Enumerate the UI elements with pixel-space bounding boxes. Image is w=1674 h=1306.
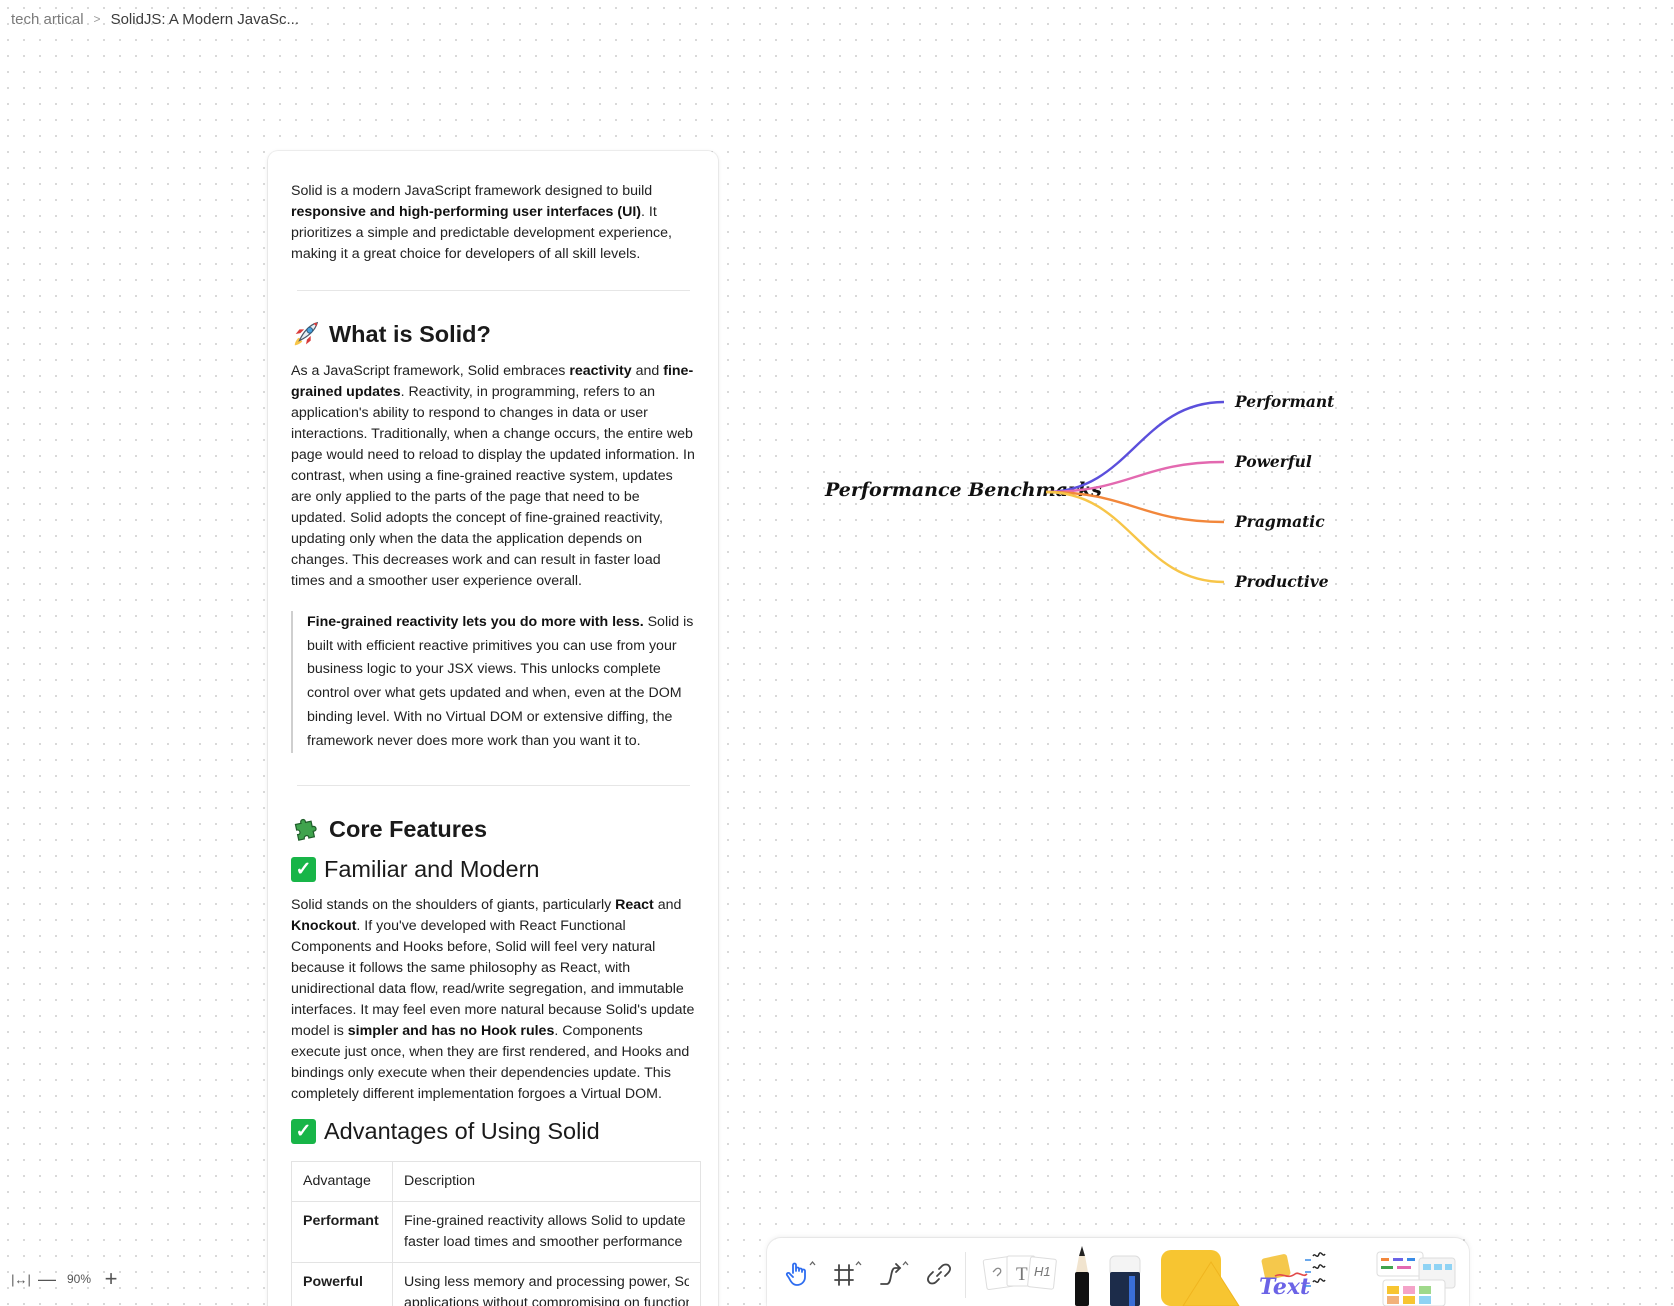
breadcrumb: tech artical > SolidJS: A Modern JavaSc.… bbox=[11, 8, 299, 30]
mindmap-branch-line bbox=[1045, 490, 1225, 584]
zoom-level[interactable]: 90% bbox=[60, 1272, 98, 1286]
shape-tool-button[interactable] bbox=[1153, 1244, 1245, 1306]
frame-icon bbox=[834, 1260, 862, 1286]
link-tool-button[interactable] bbox=[919, 1256, 959, 1292]
connector-icon bbox=[880, 1260, 909, 1285]
fit-to-screen-button[interactable]: |↔| bbox=[8, 1266, 34, 1292]
zoom-controls: |↔| — 90% + bbox=[8, 1266, 124, 1292]
divider bbox=[297, 290, 690, 291]
heading-core-features: Core Features bbox=[291, 812, 696, 846]
mindmap-node-pragmatic[interactable]: Pragmatic bbox=[1234, 512, 1325, 531]
scribble-text-icon: Text bbox=[1259, 1252, 1326, 1300]
heading-familiar-and-modern: ✓ Familiar and Modern bbox=[291, 852, 696, 886]
link-icon bbox=[927, 1263, 951, 1285]
breadcrumb-parent-link[interactable]: tech artical bbox=[11, 11, 84, 28]
table-cell-description: Fine-grained reactivity allows Solid to … bbox=[392, 1201, 701, 1264]
table-header-advantage: Advantage bbox=[291, 1161, 393, 1203]
rocket-icon bbox=[294, 321, 319, 346]
table-cell-advantage: Performant bbox=[291, 1201, 393, 1264]
mind-map: Performance Benchmarks Performant Powerf… bbox=[824, 392, 1335, 591]
what-is-paragraph: As a JavaScript framework, Solid embrace… bbox=[291, 363, 695, 589]
shapes-icon bbox=[1161, 1250, 1240, 1306]
heading-text: Core Features bbox=[329, 815, 488, 842]
zoom-out-button[interactable]: — bbox=[34, 1266, 60, 1292]
heading-text: Advantages of Using Solid bbox=[324, 1117, 600, 1144]
breadcrumb-current-page[interactable]: SolidJS: A Modern JavaSc... bbox=[111, 11, 299, 28]
mindmap-branch-line bbox=[1045, 400, 1225, 494]
table-cell-description: Using less memory and processing power, … bbox=[392, 1262, 701, 1306]
pencil-icon bbox=[1075, 1246, 1089, 1306]
table-header-description: Description bbox=[392, 1161, 701, 1203]
zoom-in-button[interactable]: + bbox=[98, 1266, 124, 1292]
document-card[interactable]: Solid is a modern JavaScript framework d… bbox=[268, 151, 718, 1306]
mindmap-root-node[interactable]: Performance Benchmarks bbox=[824, 479, 1102, 501]
mindmap-branch-line bbox=[1045, 490, 1225, 524]
table-cell-advantage: Powerful bbox=[291, 1262, 393, 1306]
frame-tool-button[interactable] bbox=[827, 1256, 867, 1292]
note-text-label: T bbox=[1016, 1264, 1028, 1285]
heading-what-is-solid: What is Solid? bbox=[291, 317, 696, 351]
document-content: Solid is a modern JavaScript framework d… bbox=[291, 181, 701, 1306]
eraser-icon bbox=[1109, 1255, 1141, 1306]
table-row: Powerful Using less memory and processin… bbox=[291, 1262, 701, 1306]
table-header-row: Advantage Description bbox=[291, 1161, 701, 1203]
check-mark-icon: ✓ bbox=[291, 1118, 316, 1144]
familiar-paragraph: Solid stands on the shoulders of giants,… bbox=[291, 897, 695, 1103]
note-card-icon: T H1 bbox=[982, 1255, 1057, 1291]
heading-text: Familiar and Modern bbox=[324, 855, 540, 882]
eraser-tool-button[interactable] bbox=[1107, 1250, 1143, 1306]
templates-icon bbox=[1376, 1251, 1456, 1306]
intro-paragraph: Solid is a modern JavaScript framework d… bbox=[291, 183, 672, 262]
heading-text: What is Solid? bbox=[329, 320, 491, 347]
note-text-heading-tool-button[interactable]: T H1 bbox=[977, 1248, 1063, 1300]
breadcrumb-separator: > bbox=[93, 12, 101, 26]
template-tool-button[interactable] bbox=[1373, 1246, 1459, 1306]
check-mark-icon: ✓ bbox=[291, 856, 316, 882]
table-row: Performant Fine-grained reactivity allow… bbox=[291, 1201, 701, 1264]
mindmap-node-powerful[interactable]: Powerful bbox=[1234, 452, 1312, 471]
pen-tool-button[interactable] bbox=[1067, 1242, 1097, 1306]
hand-pointer-icon bbox=[785, 1260, 816, 1286]
divider bbox=[297, 785, 690, 787]
bottom-toolbar: T H1 Text bbox=[767, 1238, 1469, 1306]
toolbar-separator bbox=[965, 1252, 966, 1298]
puzzle-piece-icon bbox=[294, 819, 317, 842]
advantages-table: Advantage Description Performant Fine-gr… bbox=[291, 1161, 701, 1306]
mindmap-node-productive[interactable]: Productive bbox=[1234, 572, 1329, 591]
hand-tool-button[interactable] bbox=[781, 1256, 821, 1292]
blockquote: Fine-grained reactivity lets you do more… bbox=[291, 611, 696, 754]
mindmap-node-performant[interactable]: Performant bbox=[1234, 392, 1335, 411]
mindmap-branch-line bbox=[1045, 460, 1225, 494]
text-scribble-tool-button[interactable]: Text bbox=[1253, 1246, 1343, 1306]
scribble-text-label: Text bbox=[1259, 1274, 1310, 1300]
note-heading-label: H1 bbox=[1034, 1264, 1051, 1279]
connector-tool-button[interactable] bbox=[873, 1256, 913, 1292]
heading-advantages: ✓ Advantages of Using Solid bbox=[291, 1114, 696, 1148]
